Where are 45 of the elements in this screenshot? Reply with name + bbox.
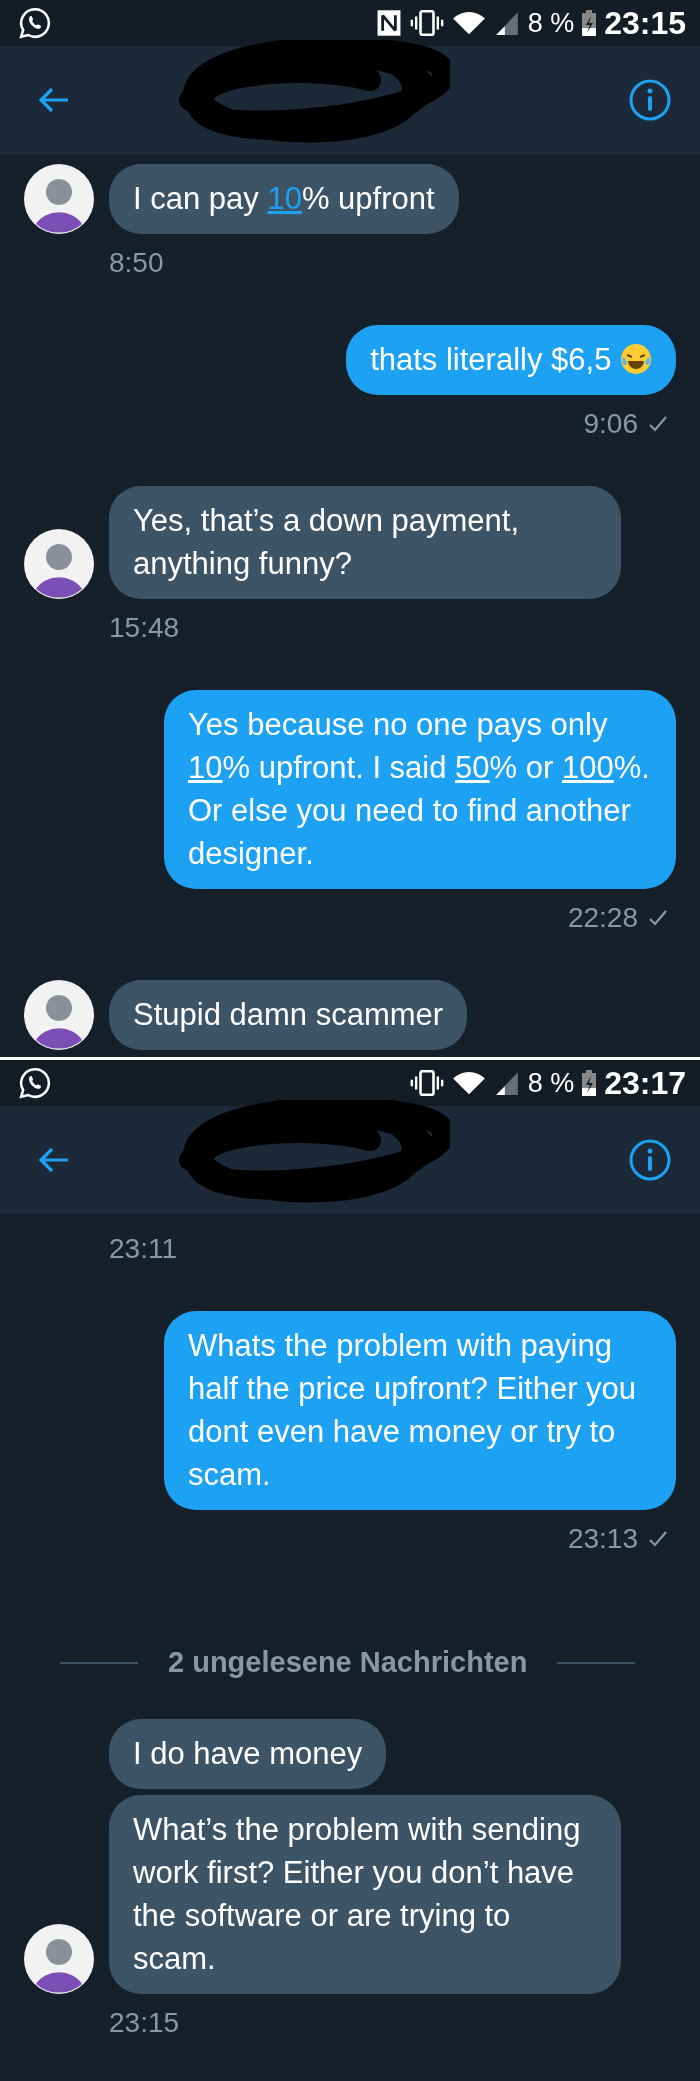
avatar[interactable] xyxy=(24,1924,94,1994)
back-arrow-icon[interactable] xyxy=(38,86,70,114)
vibrate-icon xyxy=(409,1070,444,1096)
battery-percent: 8 % xyxy=(527,1067,575,1099)
message-time: 9:06 xyxy=(583,408,638,440)
sent-message: Yes because no one pays only 10% upfront. I said 50% or 100%. Or else you need to find another designer. xyxy=(164,690,676,889)
wifi-icon xyxy=(451,10,486,36)
back-arrow-icon[interactable] xyxy=(38,1146,70,1174)
avatar[interactable] xyxy=(24,164,94,234)
info-icon[interactable] xyxy=(628,78,672,122)
sent-check-icon xyxy=(648,414,668,434)
message-time: 23:15 xyxy=(109,2007,180,2039)
received-message: I can pay 10% upfront xyxy=(109,164,459,234)
avatar[interactable] xyxy=(24,529,94,599)
message-time: 23:11 xyxy=(109,1233,177,1265)
battery-charging-icon xyxy=(582,1069,597,1097)
sent-check-icon xyxy=(648,908,668,928)
chat-app-icon xyxy=(18,6,52,40)
link[interactable]: 10 xyxy=(188,750,223,785)
chat-app-icon xyxy=(18,1066,52,1100)
unread-divider-label: 2 ungelesene Nachrichten xyxy=(168,1646,528,1679)
wifi-icon xyxy=(451,1070,486,1096)
received-message: Yes, that’s a down payment, anything funny? xyxy=(109,486,621,599)
link[interactable]: 10 xyxy=(267,181,302,216)
link[interactable]: 50 xyxy=(455,750,490,785)
battery-charging-icon xyxy=(582,9,597,37)
laughing-emoji-icon xyxy=(620,343,652,375)
vibrate-icon xyxy=(409,10,444,36)
sent-check-icon xyxy=(648,1529,668,1549)
sent-message: thats literally $6,5 xyxy=(346,325,676,395)
message-time: 8:50 xyxy=(109,247,164,279)
received-message: I do have money xyxy=(109,1719,387,1789)
battery-percent: 8 % xyxy=(527,7,575,39)
status-time: 23:15 xyxy=(604,4,686,42)
message-time: 22:28 xyxy=(567,902,638,934)
received-message: What’s the problem with sending work first? Either you don’t have the software or are trying to scam. xyxy=(109,1795,621,1994)
nfc-icon xyxy=(375,9,402,37)
link[interactable]: 100 xyxy=(561,750,614,785)
info-icon[interactable] xyxy=(628,1138,672,1182)
message-time: 15:48 xyxy=(109,612,180,644)
sent-message: Whats the problem with paying half the price upfront? Either you dont even have money or try to scam. xyxy=(164,1311,676,1510)
message-time: 23:13 xyxy=(567,1523,638,1555)
received-message: Stupid damn scammer xyxy=(109,980,468,1050)
status-time: 23:17 xyxy=(604,1064,686,1102)
avatar[interactable] xyxy=(24,980,94,1050)
